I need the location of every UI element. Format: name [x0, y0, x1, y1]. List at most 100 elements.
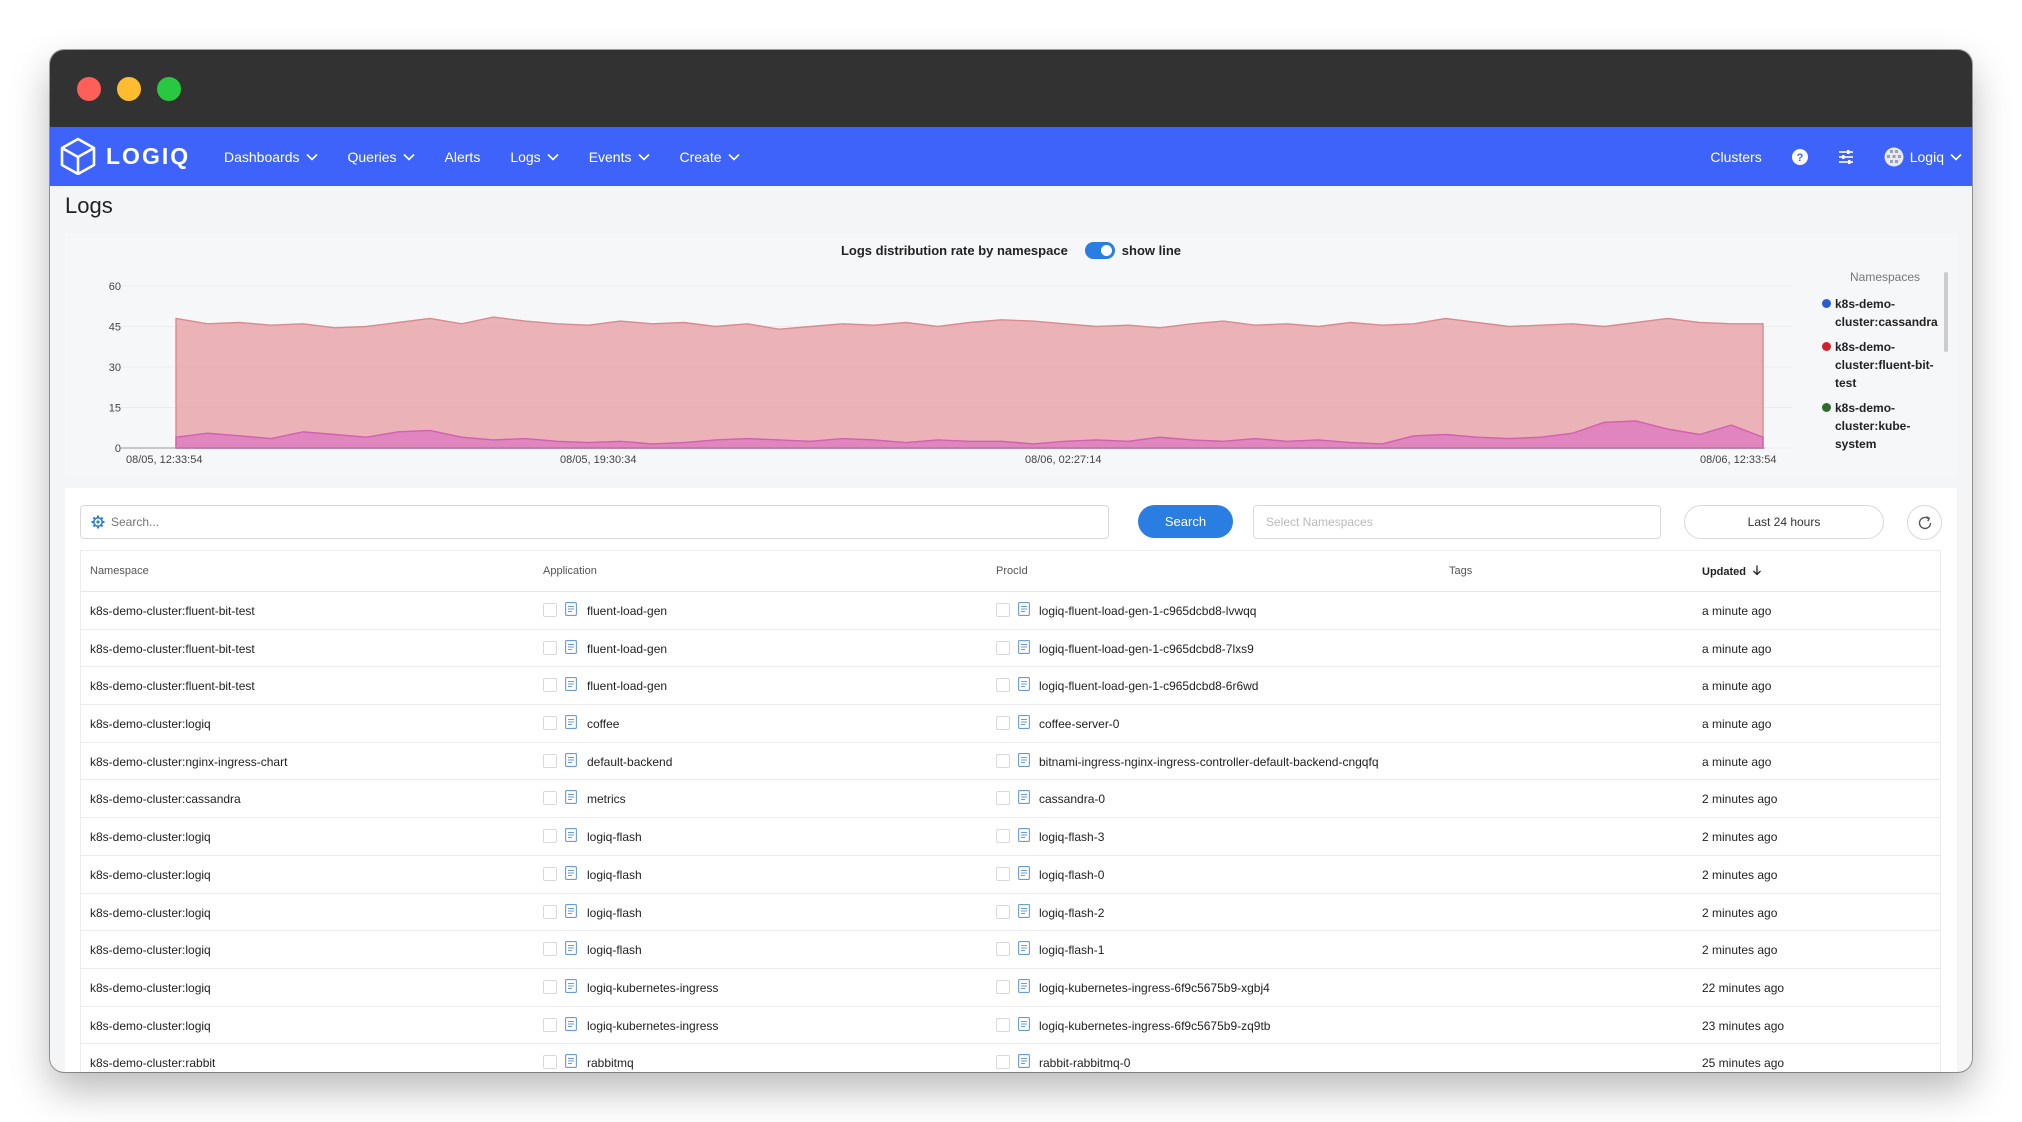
namespace-select[interactable]: Select Namespaces: [1253, 505, 1661, 539]
file-icon[interactable]: [565, 978, 577, 993]
settings-sliders-icon[interactable]: [1838, 149, 1854, 164]
application-checkbox[interactable]: [543, 942, 557, 957]
cell-namespace[interactable]: k8s-demo-cluster:fluent-bit-test: [90, 642, 255, 656]
nav-item-queries[interactable]: Queries: [348, 149, 415, 165]
cell-namespace[interactable]: k8s-demo-cluster:fluent-bit-test: [90, 679, 255, 693]
nav-item-alerts[interactable]: Alerts: [445, 149, 481, 165]
table-row[interactable]: k8s-demo-cluster:logiq logiq-flash logiq-f…: [81, 931, 1940, 969]
user-menu[interactable]: Logiq: [1884, 147, 1962, 167]
cell-application[interactable]: fluent-load-gen: [587, 604, 667, 618]
table-row[interactable]: k8s-demo-cluster:cassandra metrics cassand…: [81, 780, 1940, 819]
file-icon[interactable]: [565, 865, 577, 880]
application-checkbox[interactable]: [543, 866, 557, 881]
cell-application[interactable]: logiq-kubernetes-ingress: [587, 981, 718, 995]
cell-procid[interactable]: logiq-flash-3: [1039, 830, 1104, 844]
cell-namespace[interactable]: k8s-demo-cluster:logiq: [90, 830, 211, 844]
application-checkbox[interactable]: [543, 829, 557, 844]
procid-checkbox[interactable]: [996, 1017, 1010, 1032]
file-icon[interactable]: [1018, 828, 1030, 843]
file-icon[interactable]: [1018, 752, 1030, 767]
application-checkbox[interactable]: [543, 678, 557, 693]
table-row[interactable]: k8s-demo-cluster:logiq logiq-kubernetes-i…: [81, 969, 1940, 1007]
cell-procid[interactable]: logiq-fluent-load-gen-1-c965dcbd8-lvwqq: [1039, 604, 1256, 618]
file-icon[interactable]: [1018, 941, 1030, 956]
application-checkbox[interactable]: [543, 1055, 557, 1070]
cell-application[interactable]: logiq-kubernetes-ingress: [587, 1019, 718, 1033]
cell-procid[interactable]: logiq-fluent-load-gen-1-c965dcbd8-6r6wd: [1039, 679, 1258, 693]
procid-checkbox[interactable]: [996, 1055, 1010, 1070]
cell-application[interactable]: logiq-flash: [587, 906, 642, 920]
table-row[interactable]: k8s-demo-cluster:fluent-bit-test fluent-l…: [81, 667, 1940, 706]
table-row[interactable]: k8s-demo-cluster:logiq logiq-flash logiq-f…: [81, 894, 1940, 932]
cell-application[interactable]: metrics: [587, 792, 626, 806]
procid-checkbox[interactable]: [996, 829, 1010, 844]
cell-application[interactable]: logiq-flash: [587, 943, 642, 957]
column-tags[interactable]: Tags: [1449, 565, 1472, 577]
nav-item-events[interactable]: Events: [589, 149, 650, 165]
maximize-window-button[interactable]: [157, 77, 181, 101]
legend-item[interactable]: k8s-demo-cluster:cassandra: [1820, 295, 1950, 331]
application-checkbox[interactable]: [543, 603, 557, 617]
procid-checkbox[interactable]: [996, 753, 1010, 768]
application-checkbox[interactable]: [543, 1017, 557, 1032]
file-icon[interactable]: [565, 790, 577, 805]
file-icon[interactable]: [565, 639, 577, 654]
procid-checkbox[interactable]: [996, 942, 1010, 957]
legend-item[interactable]: k8s-demo-cluster:fluent-bit-test: [1820, 338, 1950, 392]
application-checkbox[interactable]: [543, 791, 557, 806]
table-row[interactable]: k8s-demo-cluster:logiq logiq-flash logiq-f…: [81, 818, 1940, 856]
application-checkbox[interactable]: [543, 753, 557, 768]
cell-procid[interactable]: logiq-kubernetes-ingress-6f9c5675b9-xgbj…: [1039, 981, 1270, 995]
time-range-button[interactable]: Last 24 hours: [1684, 505, 1884, 539]
cell-application[interactable]: default-backend: [587, 755, 672, 769]
column-application[interactable]: Application: [543, 565, 597, 577]
application-checkbox[interactable]: [543, 904, 557, 919]
table-row[interactable]: k8s-demo-cluster:logiq logiq-kubernetes-i…: [81, 1007, 1940, 1045]
file-icon[interactable]: [1018, 790, 1030, 805]
procid-checkbox[interactable]: [996, 640, 1010, 655]
close-window-button[interactable]: [77, 77, 101, 101]
cell-namespace[interactable]: k8s-demo-cluster:rabbit: [90, 1056, 215, 1070]
show-line-toggle[interactable]: [1084, 241, 1115, 259]
search-button[interactable]: Search: [1138, 505, 1233, 538]
column-namespace[interactable]: Namespace: [90, 565, 149, 577]
procid-checkbox[interactable]: [996, 603, 1010, 617]
file-icon[interactable]: [565, 715, 577, 730]
file-icon[interactable]: [565, 828, 577, 843]
table-row[interactable]: k8s-demo-cluster:nginx-ingress-chart defa…: [81, 743, 1940, 781]
cell-namespace[interactable]: k8s-demo-cluster:logiq: [90, 981, 211, 995]
cell-application[interactable]: fluent-load-gen: [587, 679, 667, 693]
procid-checkbox[interactable]: [996, 904, 1010, 919]
column-updated[interactable]: Updated: [1702, 565, 1762, 578]
file-icon[interactable]: [1018, 677, 1030, 692]
file-icon[interactable]: [1018, 903, 1030, 918]
refresh-button[interactable]: [1907, 505, 1942, 540]
file-icon[interactable]: [1018, 865, 1030, 880]
cell-namespace[interactable]: k8s-demo-cluster:logiq: [90, 717, 211, 731]
cell-procid[interactable]: logiq-flash-2: [1039, 906, 1104, 920]
cell-namespace[interactable]: k8s-demo-cluster:logiq: [90, 943, 211, 957]
cell-application[interactable]: fluent-load-gen: [587, 642, 667, 656]
cell-application[interactable]: coffee: [587, 717, 619, 731]
nav-item-logs[interactable]: Logs: [510, 149, 559, 165]
table-row[interactable]: k8s-demo-cluster:fluent-bit-test fluent-l…: [81, 592, 1940, 630]
gear-icon[interactable]: [91, 515, 105, 529]
application-checkbox[interactable]: [543, 640, 557, 655]
file-icon[interactable]: [565, 752, 577, 767]
minimize-window-button[interactable]: [117, 77, 141, 101]
cell-procid[interactable]: cassandra-0: [1039, 792, 1105, 806]
file-icon[interactable]: [565, 677, 577, 692]
cell-application[interactable]: rabbitmq: [587, 1056, 634, 1070]
cell-procid[interactable]: logiq-fluent-load-gen-1-c965dcbd8-7lxs9: [1039, 642, 1254, 656]
table-row[interactable]: k8s-demo-cluster:fluent-bit-test fluent-l…: [81, 630, 1940, 668]
search-field[interactable]: [80, 505, 1109, 539]
file-icon[interactable]: [1018, 1054, 1030, 1069]
cell-procid[interactable]: logiq-kubernetes-ingress-6f9c5675b9-zq9t…: [1039, 1019, 1270, 1033]
file-icon[interactable]: [565, 941, 577, 956]
file-icon[interactable]: [1018, 639, 1030, 654]
procid-checkbox[interactable]: [996, 979, 1010, 994]
cell-namespace[interactable]: k8s-demo-cluster:logiq: [90, 906, 211, 920]
cell-procid[interactable]: rabbit-rabbitmq-0: [1039, 1056, 1130, 1070]
cell-namespace[interactable]: k8s-demo-cluster:logiq: [90, 1019, 211, 1033]
cell-namespace[interactable]: k8s-demo-cluster:logiq: [90, 868, 211, 882]
